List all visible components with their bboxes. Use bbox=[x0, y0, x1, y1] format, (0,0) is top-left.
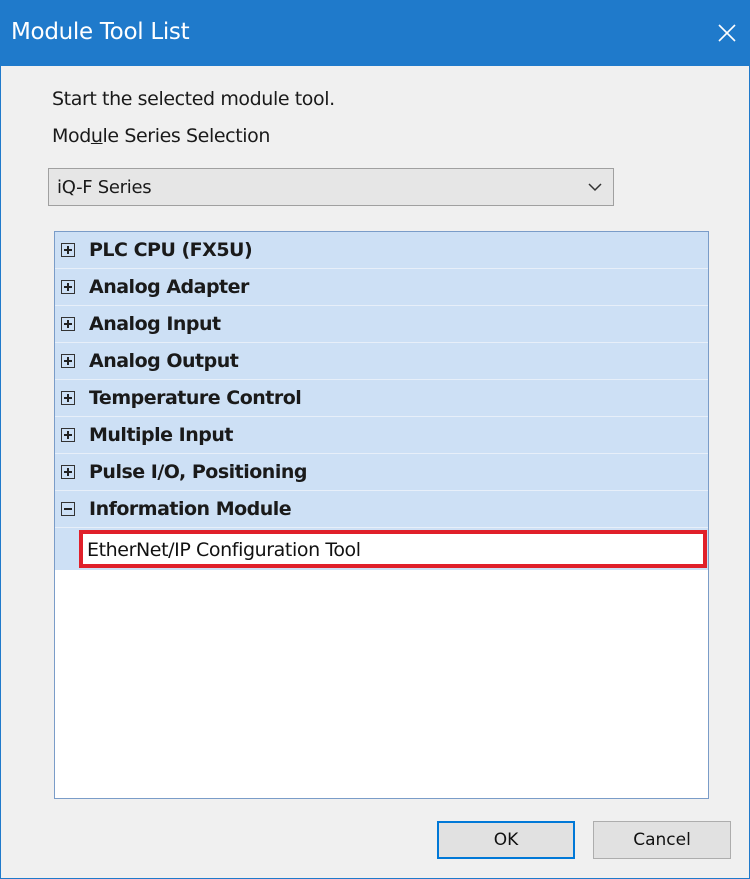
tree-item-analog-adapter[interactable]: Analog Adapter bbox=[55, 269, 708, 306]
series-selection-label: Module Series Selection bbox=[52, 124, 270, 148]
window-title: Module Tool List bbox=[11, 19, 190, 45]
series-label-accesskey: u bbox=[90, 125, 103, 147]
tree-item-label: Multiple Input bbox=[89, 424, 233, 446]
tree-child-row: EtherNet/IP Configuration Tool bbox=[55, 528, 708, 570]
chevron-down-icon bbox=[588, 183, 602, 192]
expand-plus-icon[interactable] bbox=[61, 354, 75, 368]
collapse-minus-icon[interactable] bbox=[61, 502, 75, 516]
tree-item-analog-input[interactable]: Analog Input bbox=[55, 306, 708, 343]
tree-item-pulse-io-positioning[interactable]: Pulse I/O, Positioning bbox=[55, 454, 708, 491]
tree-item-information-module[interactable]: Information Module bbox=[55, 491, 708, 528]
module-tree[interactable]: PLC CPU (FX5U) Analog Adapter Analog Inp… bbox=[54, 231, 709, 799]
tree-item-label: PLC CPU (FX5U) bbox=[89, 239, 253, 261]
expand-plus-icon[interactable] bbox=[61, 391, 75, 405]
tree-item-label: Analog Output bbox=[89, 350, 239, 372]
module-series-dropdown[interactable]: iQ-F Series bbox=[48, 168, 614, 206]
module-series-value: iQ-F Series bbox=[57, 177, 152, 198]
expand-plus-icon[interactable] bbox=[61, 243, 75, 257]
tree-item-label: Analog Adapter bbox=[89, 276, 249, 298]
tree-child-ethernet-ip-tool[interactable]: EtherNet/IP Configuration Tool bbox=[79, 530, 707, 568]
cancel-button[interactable]: Cancel bbox=[593, 821, 731, 859]
series-label-part1: Mod bbox=[52, 125, 91, 147]
tree-item-analog-output[interactable]: Analog Output bbox=[55, 343, 708, 380]
tree-item-multiple-input[interactable]: Multiple Input bbox=[55, 417, 708, 454]
series-label-part2: le Series Selection bbox=[102, 125, 271, 147]
tree-item-label: Information Module bbox=[89, 498, 292, 520]
tree-item-label: Pulse I/O, Positioning bbox=[89, 461, 307, 483]
close-button[interactable] bbox=[704, 0, 750, 66]
ok-button[interactable]: OK bbox=[437, 821, 575, 859]
expand-plus-icon[interactable] bbox=[61, 465, 75, 479]
instruction-text: Start the selected module tool. bbox=[52, 88, 335, 110]
tree-item-plc-cpu[interactable]: PLC CPU (FX5U) bbox=[55, 232, 708, 269]
tree-item-label: Temperature Control bbox=[89, 387, 302, 409]
expand-plus-icon[interactable] bbox=[61, 428, 75, 442]
tree-child-label: EtherNet/IP Configuration Tool bbox=[87, 539, 361, 561]
expand-plus-icon[interactable] bbox=[61, 280, 75, 294]
title-bar: Module Tool List bbox=[0, 0, 750, 66]
close-icon bbox=[718, 24, 736, 42]
tree-item-label: Analog Input bbox=[89, 313, 221, 335]
tree-item-temperature-control[interactable]: Temperature Control bbox=[55, 380, 708, 417]
expand-plus-icon[interactable] bbox=[61, 317, 75, 331]
